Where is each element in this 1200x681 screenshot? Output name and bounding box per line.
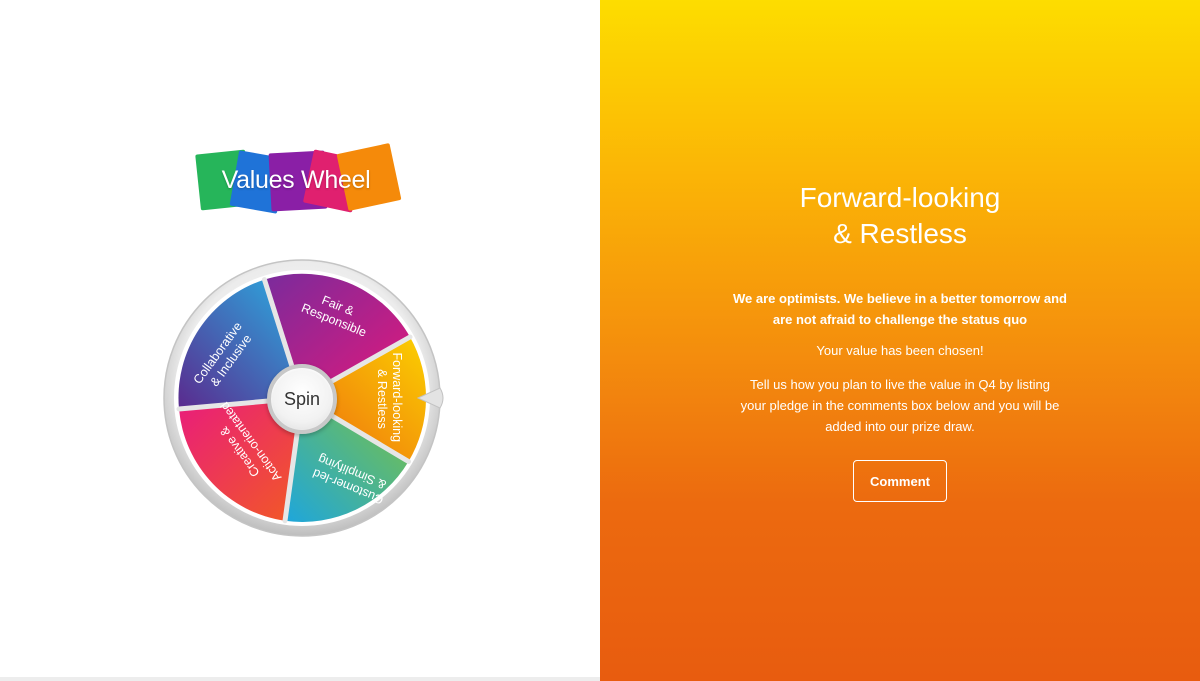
logo-text: Values Wheel bbox=[221, 166, 371, 194]
wheel-pointer-icon bbox=[416, 387, 444, 409]
value-title: Forward-looking & Restless bbox=[600, 180, 1200, 252]
wheel-panel: Values Wheel Fair & Responsible Forward-… bbox=[0, 0, 600, 681]
values-wheel[interactable]: Fair & Responsible Forward-looking & Res… bbox=[158, 258, 448, 538]
bottom-scroll-bar bbox=[0, 677, 600, 681]
value-result-panel: Forward-looking & Restless We are optimi… bbox=[600, 0, 1200, 681]
pledge-instructions: Tell us how you plan to live the value i… bbox=[740, 377, 1060, 434]
value-description: We are optimists. We believe in a better… bbox=[733, 291, 1067, 327]
comment-button[interactable]: Comment bbox=[853, 460, 947, 502]
value-title-line-2: & Restless bbox=[833, 218, 967, 249]
spin-button[interactable]: Spin bbox=[267, 364, 337, 434]
value-title-line-1: Forward-looking bbox=[799, 182, 1001, 213]
value-status: Your value has been chosen! bbox=[816, 343, 984, 358]
values-wheel-logo: Values Wheel bbox=[195, 143, 404, 224]
